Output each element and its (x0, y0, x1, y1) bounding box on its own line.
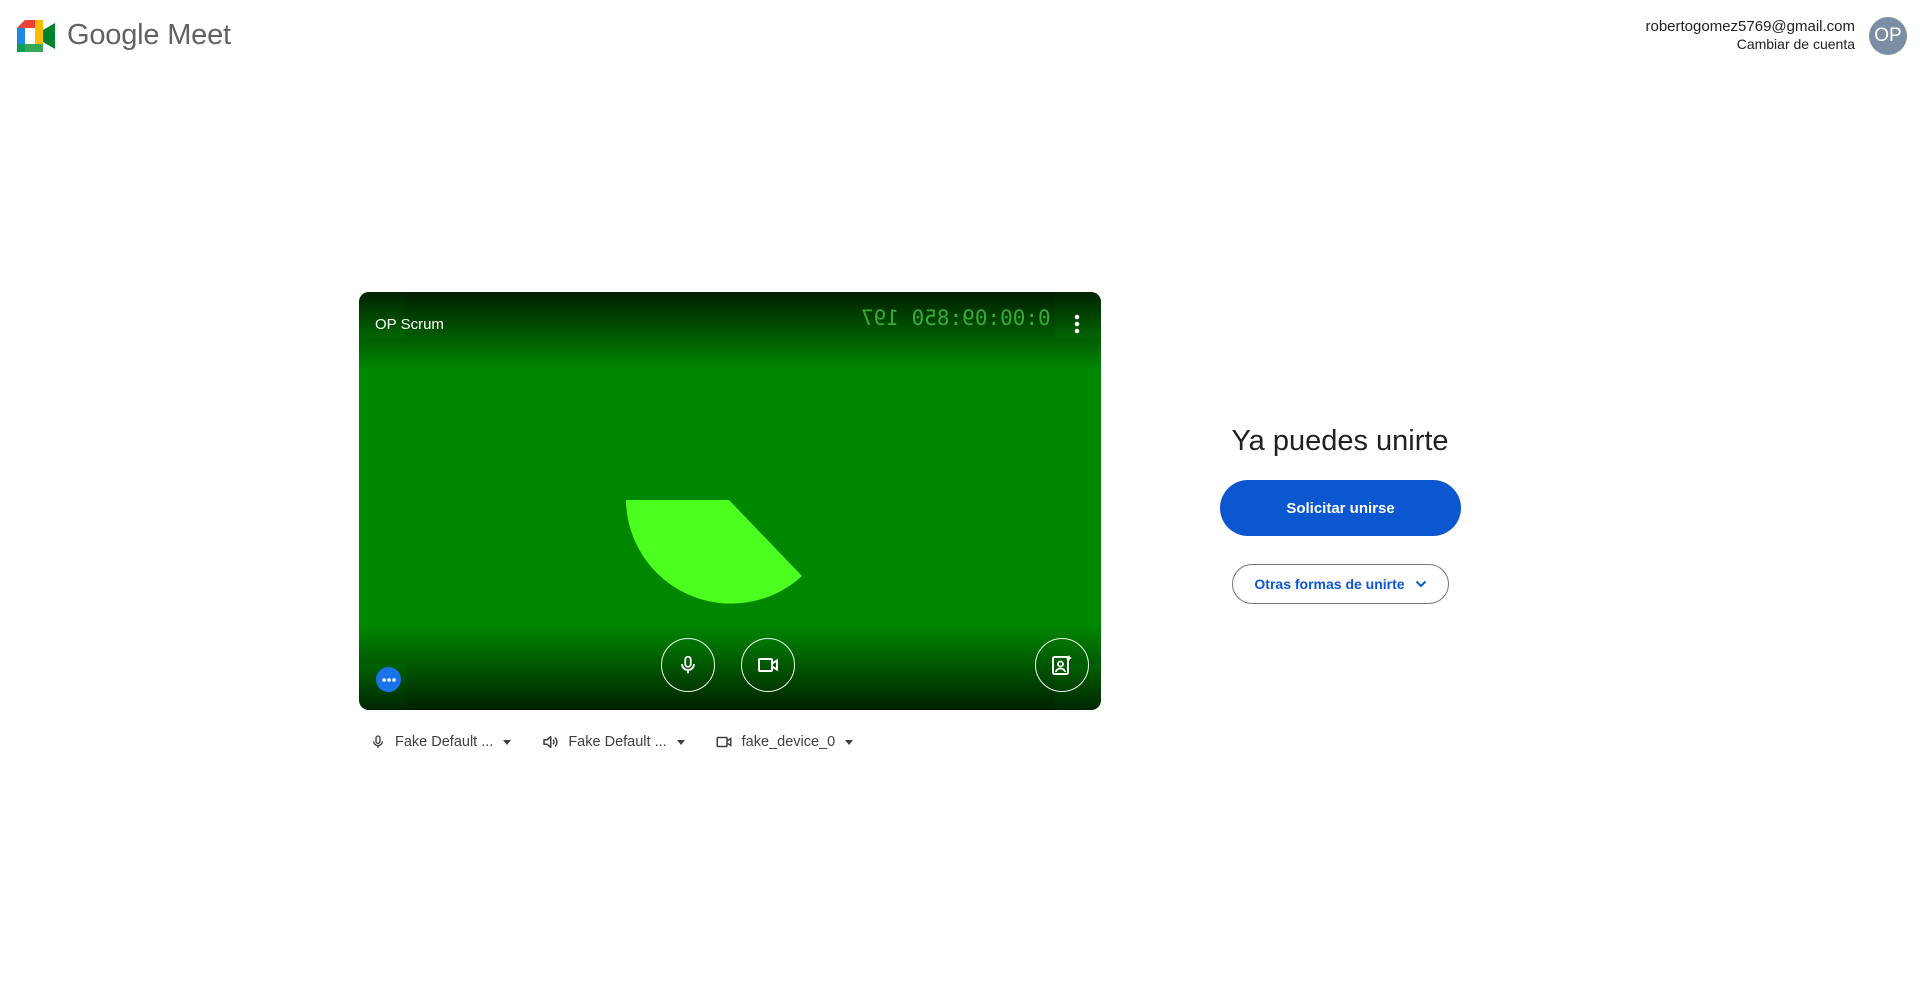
visual-effects-button[interactable] (1035, 638, 1089, 692)
camera-icon (716, 736, 732, 748)
more-vert-icon[interactable] (1067, 312, 1087, 336)
more-options-icon (381, 677, 396, 682)
camera-icon (758, 658, 778, 672)
preview-top-gradient (359, 292, 1101, 370)
other-ways-label: Otras formas de unirte (1254, 576, 1405, 592)
device-selectors: Fake Default ... Fake Default ... fake_d… (370, 733, 883, 751)
dropdown-caret-icon (503, 739, 512, 745)
google-meet-logo[interactable]: Google Meet (17, 19, 231, 52)
speaker-icon (543, 736, 558, 748)
video-timestamp: 0:00:09:850 197 (861, 306, 1051, 330)
microphone-selector-label: Fake Default ... (395, 734, 494, 750)
dropdown-caret-icon (845, 739, 854, 745)
ready-to-join-title: Ya puedes unirte (1231, 425, 1449, 457)
logo-text: Google Meet (67, 19, 231, 52)
account-info: robertogomez5769@gmail.com Cambiar de cu… (1646, 17, 1856, 53)
logo-brand: Google (67, 19, 160, 51)
camera-selector[interactable]: fake_device_0 (715, 733, 854, 751)
microphone-icon (373, 735, 383, 748)
microphone-selector[interactable]: Fake Default ... (370, 733, 512, 751)
microphone-toggle-button[interactable] (661, 638, 715, 692)
speaker-selector[interactable]: Fake Default ... (541, 733, 685, 751)
visual-effects-icon (1052, 655, 1072, 675)
preview-bottom-gradient (359, 625, 1101, 710)
meeting-name: OP Scrum (375, 316, 444, 333)
test-pattern-shape (626, 500, 802, 604)
video-preview: OP Scrum 0:00:09:850 197 (359, 292, 1101, 710)
camera-selector-label: fake_device_0 (741, 734, 836, 750)
more-options-button[interactable] (376, 667, 401, 692)
speaker-selector-label: Fake Default ... (568, 734, 667, 750)
request-join-button[interactable]: Solicitar unirse (1220, 480, 1461, 536)
meet-logo-icon (17, 19, 55, 52)
logo-product: Meet (167, 19, 231, 51)
switch-account-link[interactable]: Cambiar de cuenta (1646, 36, 1855, 53)
microphone-icon (681, 655, 695, 674)
camera-toggle-button[interactable] (741, 638, 795, 692)
other-ways-to-join-button[interactable]: Otras formas de unirte (1232, 564, 1449, 604)
chevron-down-icon (1415, 580, 1426, 588)
dropdown-caret-icon (676, 739, 685, 745)
avatar[interactable]: OP (1869, 17, 1907, 55)
account-email: robertogomez5769@gmail.com (1645, 18, 1856, 35)
